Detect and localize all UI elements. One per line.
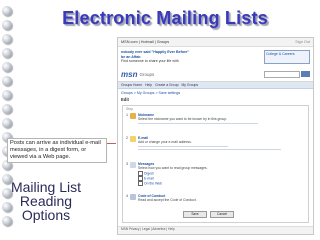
email-field[interactable] [138, 145, 228, 148]
groups-label: Groups [139, 71, 155, 77]
settings-item-nickname: 1 Nickname Select the nickname you want … [126, 113, 288, 126]
email-note [138, 148, 281, 151]
ad-banner: nobody ever said "Happily Ever Before" b… [118, 47, 313, 67]
nav-item-my-groups[interactable]: My Groups [181, 83, 198, 87]
slide-title: Electronic Mailing Lists [62, 8, 268, 28]
nickname-field[interactable] [138, 122, 258, 125]
email-icon [130, 136, 136, 142]
callout-text: Posts can arrive as individual e-mail me… [10, 140, 101, 160]
callout-pointer [107, 143, 116, 144]
ad-line-3: Find someone to share your life with [121, 59, 179, 64]
binding-ring [2, 76, 12, 86]
option-web[interactable]: On the Web [138, 180, 288, 186]
ad-box[interactable]: College & Careers [264, 50, 310, 64]
binding-ring [2, 62, 12, 72]
cancel-button[interactable]: Cancel [210, 211, 234, 218]
binding-ring [2, 48, 12, 58]
settings-item-messages: 3 Messages Select how you want to read g… [126, 162, 288, 186]
sign-out-link[interactable]: Sign Out [295, 40, 310, 44]
search-input[interactable] [264, 70, 300, 78]
binding-ring [2, 118, 12, 128]
groups-nav: Groups Home Help Create a Group My Group… [118, 82, 313, 89]
settings-item-email: 2 E-mail Add or change your e-mail addre… [126, 136, 288, 152]
topbar-links[interactable]: MSN.com | Hotmail | Groups [121, 40, 169, 44]
breadcrumb[interactable]: Groups > My Groups > Save settings [118, 89, 313, 97]
binding-ring [2, 20, 12, 30]
page-footer[interactable]: MSN Privacy | Legal | Advertise | Help [118, 226, 313, 234]
item-text: Select the nickname you want to be known… [138, 117, 228, 122]
settings-panel: Step 1 Nickname Select the nickname you … [122, 105, 309, 223]
side-caption: Mailing List Reading Options [10, 179, 82, 223]
browser-topbar: MSN.com | Hotmail | Groups Sign Out [118, 38, 313, 47]
page-header: Edit [121, 97, 129, 102]
nickname-icon [130, 113, 136, 119]
item-text: Add or change your e-mail address. [138, 140, 192, 145]
button-row: Save Cancel [183, 211, 234, 218]
embedded-screenshot: MSN.com | Hotmail | Groups Sign Out nobo… [117, 37, 314, 235]
ad-text: nobody ever said "Happily Ever Before" b… [121, 50, 231, 64]
msn-logo[interactable]: msn [121, 70, 137, 79]
binding-ring [2, 34, 12, 44]
nav-item-groups-home[interactable]: Groups Home [121, 83, 142, 87]
nav-item-help[interactable]: Help [145, 83, 152, 87]
radio-button[interactable] [138, 180, 143, 186]
save-button[interactable]: Save [183, 211, 207, 218]
brand-bar: msn Groups [118, 67, 313, 82]
callout-box: Posts can arrive as individual e-mail me… [7, 138, 107, 163]
binding-ring [2, 104, 12, 114]
nav-item-create-group[interactable]: Create a Group [155, 83, 178, 87]
document-icon [130, 194, 136, 200]
search-button[interactable] [301, 71, 310, 77]
binding-ring [2, 90, 12, 100]
item-text: Read and accept the Code of Conduct. [138, 198, 197, 203]
messages-icon [130, 162, 136, 168]
panel-label: Step [126, 107, 133, 111]
binding-ring [2, 6, 12, 16]
settings-item-code-of-conduct: 4 Code of Conduct Read and accept the Co… [126, 194, 288, 203]
